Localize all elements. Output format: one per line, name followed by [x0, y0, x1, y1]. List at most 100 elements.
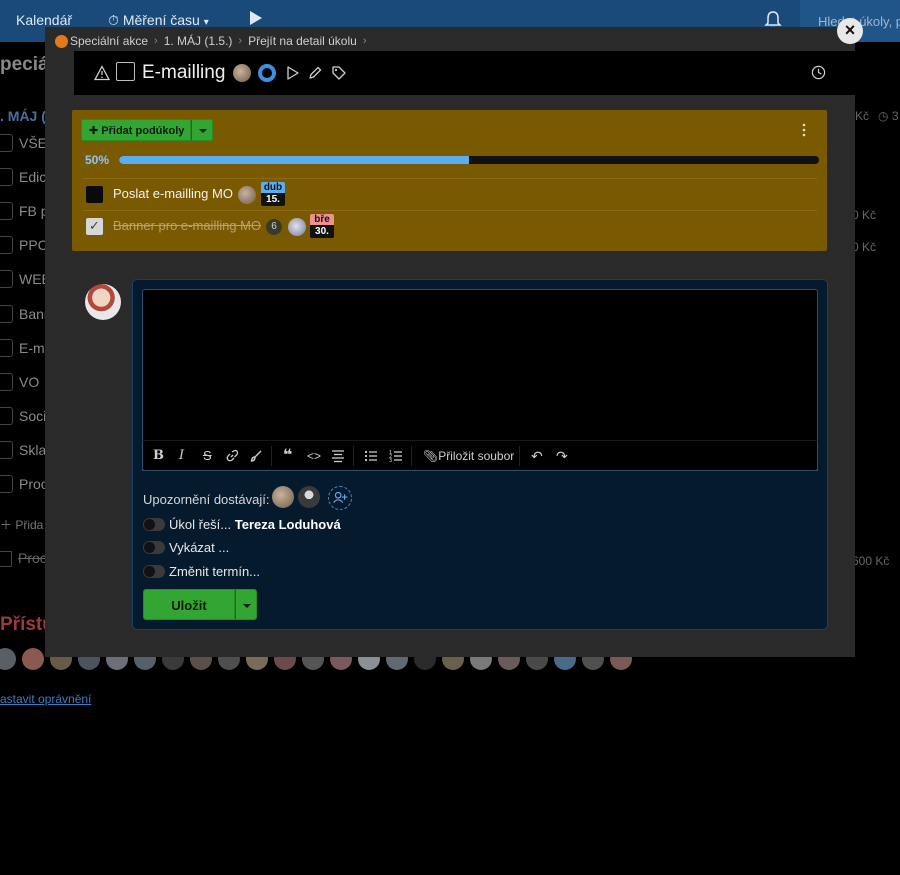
subtask-checkbox[interactable] [86, 186, 103, 203]
toggle-switch[interactable] [143, 518, 165, 531]
checkbox [0, 441, 13, 459]
undo-icon[interactable]: ↶ [531, 449, 543, 463]
kebab-menu-icon[interactable] [802, 123, 806, 137]
watcher-avatar[interactable] [272, 486, 294, 508]
save-button[interactable]: Uložit [143, 589, 235, 620]
due-date-day: 15. [261, 193, 285, 206]
progress-bar [119, 156, 819, 164]
subtask-row[interactable]: Poslat e-mailling MO dub 15. [83, 178, 817, 208]
save-button-group: Uložit [143, 589, 257, 620]
comment-count-badge: 6 [266, 219, 282, 235]
add-subtasks-button-group: ✚ Přidat podúkoly [81, 119, 214, 141]
add-subtasks-button[interactable]: ✚ Přidat podúkoly [81, 119, 192, 141]
subtask-title[interactable]: Banner pro e-mailling MO [113, 218, 261, 233]
subtasks-panel: ✚ Přidat podúkoly 50% Poslat e-mailling … [72, 110, 827, 251]
subtask-row[interactable]: Banner pro e-mailling MO 6 bře 30. [83, 210, 817, 240]
chevron-right-icon: › [154, 35, 158, 47]
checkbox [0, 168, 13, 186]
checkbox [0, 373, 13, 391]
checkbox [0, 270, 13, 288]
assignee-avatar[interactable] [233, 64, 251, 82]
attach-file-button[interactable]: 📎︎Přiložit soubor [423, 449, 514, 463]
breadcrumb-project[interactable]: Speciální akce [70, 34, 148, 48]
code-icon[interactable]: <> [307, 449, 321, 463]
watcher-avatar[interactable] [298, 486, 320, 508]
nav-calendar[interactable]: Kalendář [16, 12, 72, 28]
checkbox [0, 407, 13, 425]
paperclip-icon: 📎︎ [423, 449, 439, 463]
add-watcher-icon[interactable] [328, 486, 352, 510]
link-icon[interactable] [225, 449, 239, 463]
toolbar-divider [519, 446, 520, 466]
assignee-name: Tereza Loduhová [234, 517, 341, 532]
toggle-switch[interactable] [143, 541, 165, 554]
bold-button[interactable]: B [153, 449, 164, 463]
background-add-button: ＋ Přida [0, 518, 44, 532]
toolbar-divider [411, 446, 412, 466]
save-dropdown-button[interactable] [235, 589, 257, 620]
due-date-day: 30. [310, 225, 334, 238]
checkbox [0, 202, 13, 220]
clock-icon[interactable] [811, 65, 826, 80]
task-complete-checkbox[interactable] [116, 62, 135, 81]
redo-icon[interactable]: ↷ [556, 449, 568, 463]
checkbox [0, 236, 13, 254]
background-done-row: Proc [0, 550, 47, 568]
toggle-switch[interactable] [143, 565, 165, 578]
svg-text:3: 3 [389, 458, 392, 463]
avatar [22, 648, 44, 670]
background-price: 0 Kč [852, 240, 877, 254]
chevron-right-icon: › [362, 35, 367, 47]
background-price: Kč [855, 109, 870, 123]
background-permission-link: astavit oprávnění [0, 692, 92, 706]
due-date-month: dub [261, 182, 285, 193]
tag-icon[interactable] [331, 65, 347, 81]
italic-button[interactable]: I [179, 449, 184, 463]
notify-label: Upozornění dostávají: [143, 492, 270, 507]
breadcrumb: Speciální akce › 1. MÁJ (1.5.) › Přejít … [55, 33, 366, 49]
subtask-title[interactable]: Poslat e-mailling MO [113, 186, 233, 201]
plus-icon: ✚ [89, 125, 99, 137]
strikethrough-button[interactable]: S [203, 449, 212, 463]
warning-icon[interactable] [94, 65, 110, 81]
assignee-avatar[interactable] [288, 218, 306, 236]
current-user-avatar [85, 284, 121, 320]
task-header: E-mailling [74, 51, 855, 95]
numbered-list-icon[interactable]: 1 2 3 [389, 449, 403, 463]
task-title[interactable]: E-mailling [142, 62, 225, 84]
add-subtasks-dropdown-button[interactable] [191, 119, 214, 141]
toolbar-divider [271, 446, 272, 466]
brush-icon[interactable] [249, 449, 263, 463]
comment-form: B I S ❝ <> 1 2 3 📎︎Přiložit soubor ↶ ↷ U… [132, 279, 828, 630]
pencil-icon[interactable] [307, 65, 323, 81]
bullet-list-icon[interactable] [364, 449, 378, 463]
subtask-checkbox[interactable] [86, 218, 103, 235]
checkbox [0, 134, 13, 152]
chevron-right-icon: › [238, 35, 243, 47]
due-date-badge[interactable]: dub 15. [261, 182, 285, 206]
background-price: 600 Kč [852, 554, 890, 568]
progress-label: 50% [85, 153, 110, 167]
quote-icon[interactable]: ❝ [283, 448, 292, 464]
align-center-icon[interactable] [331, 449, 345, 463]
play-icon[interactable] [285, 65, 301, 81]
due-date-month: bře [310, 214, 334, 225]
assignee-avatar[interactable] [238, 186, 256, 204]
checkbox [0, 305, 13, 323]
toolbar-divider [353, 446, 354, 466]
background-section-title: . MÁJ ( [0, 108, 46, 124]
status-ring-icon[interactable] [258, 64, 276, 82]
pumpkin-icon [55, 34, 68, 48]
checkbox [0, 339, 13, 357]
editor-toolbar: B I S ❝ <> 1 2 3 📎︎Přiložit soubor ↶ ↷ [142, 440, 818, 471]
checkbox [0, 551, 12, 568]
checkbox [0, 475, 13, 493]
close-modal-button[interactable]: × [837, 18, 863, 44]
due-date-badge[interactable]: bře 30. [310, 214, 334, 238]
breadcrumb-milestone[interactable]: 1. MÁJ (1.5.) [164, 34, 233, 48]
background-price: 0 Kč [852, 208, 877, 222]
avatar [0, 648, 16, 670]
breadcrumb-detail-link[interactable]: Přejít na detail úkolu [248, 34, 357, 48]
play-icon[interactable] [250, 11, 262, 25]
progress-bar-fill [119, 156, 469, 164]
